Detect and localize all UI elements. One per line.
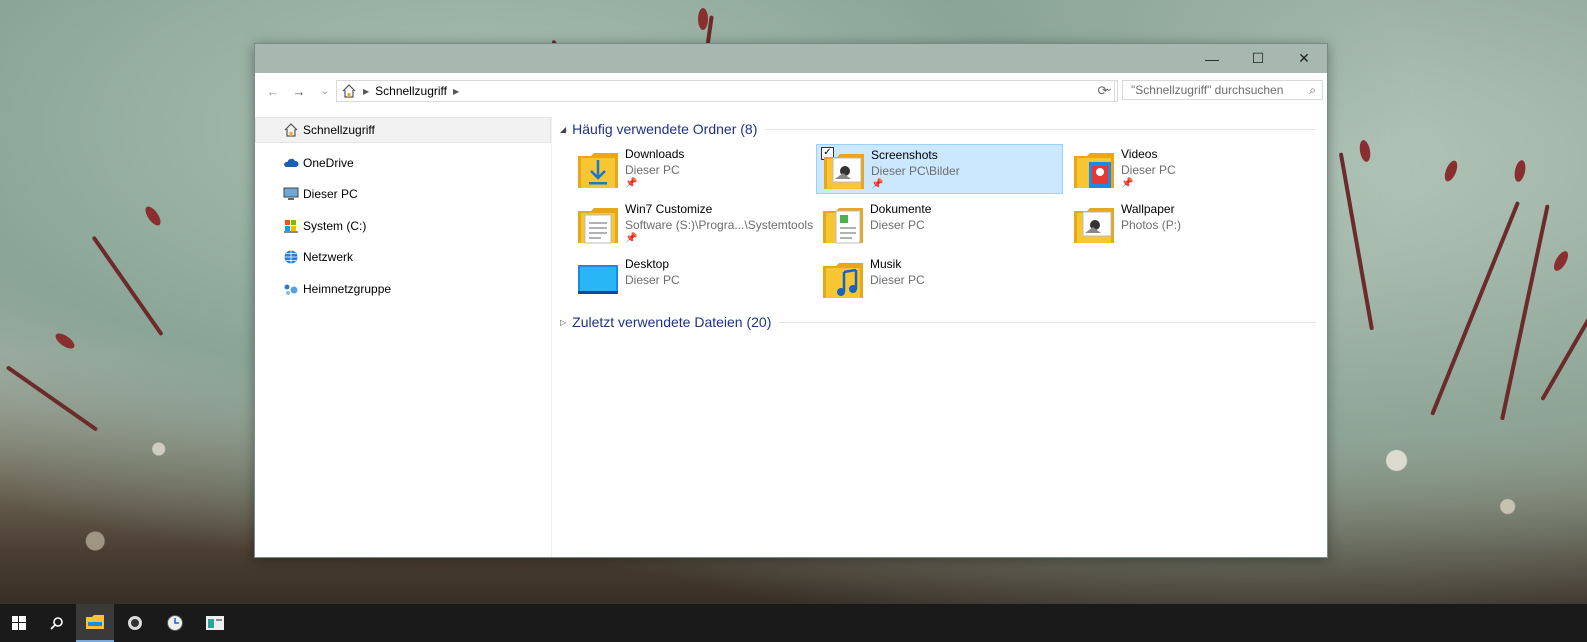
sidebar-item-system-c[interactable]: System (C:): [255, 214, 551, 238]
desktop-folder-icon: [578, 265, 618, 294]
documents-folder-icon: [578, 208, 618, 244]
sidebar-item-label: OneDrive: [303, 155, 354, 170]
close-button[interactable]: ✕: [1281, 44, 1327, 73]
pin-icon: 📌: [871, 179, 884, 190]
sidebar-item-label: Heimnetzgruppe: [303, 281, 392, 296]
folder-tile-win7-customize[interactable]: Win7 Customize Software (S:)\Progra...\S…: [571, 199, 818, 249]
taskbar-clock-app[interactable]: [156, 604, 194, 642]
folder-path: Dieser PC: [625, 273, 680, 287]
sidebar-item-netzwerk[interactable]: Netzwerk: [255, 245, 551, 269]
sidebar-item-label: Netzwerk: [303, 250, 354, 265]
navigation-pane: Schnellzugriff OneDrive Dieser PC System…: [255, 117, 552, 557]
folder-path: Software (S:)\Progra...\Systemtools: [625, 218, 814, 232]
folder-tile-screenshots[interactable]: ✓ Screenshots Dieser PC\Bilder 📌: [816, 144, 1063, 194]
folder-tile-wallpaper[interactable]: Wallpaper Photos (P:): [1067, 199, 1314, 249]
downloads-folder-icon: [578, 153, 618, 188]
group-title: Zuletzt verwendete Dateien (20): [572, 314, 772, 330]
pictures-folder-icon: [824, 154, 864, 189]
title-bar[interactable]: — ☐ ✕: [255, 44, 1327, 73]
folder-path: Dieser PC: [870, 218, 925, 232]
taskbar: [0, 604, 1587, 642]
folder-tile-downloads[interactable]: Downloads Dieser PC 📌: [571, 144, 818, 194]
taskbar-file-explorer[interactable]: [76, 604, 114, 642]
recent-locations-button[interactable]: ⌄: [315, 79, 335, 103]
explorer-window: — ☐ ✕ ← → ⌄ ▶ Schnellzugriff ▶ ⌄ ⟳ "Schn…: [254, 43, 1328, 558]
sidebar-item-dieser-pc[interactable]: Dieser PC: [255, 182, 551, 206]
folder-name: Desktop: [625, 257, 670, 271]
cloud-icon: [284, 158, 299, 167]
homegroup-icon: [284, 284, 298, 295]
home-icon: [342, 84, 356, 98]
folder-name: Musik: [870, 257, 902, 271]
group-header-recent[interactable]: ▷ Zuletzt verwendete Dateien (20): [560, 314, 1316, 330]
sidebar-item-schnellzugriff[interactable]: Schnellzugriff: [255, 117, 551, 143]
folder-name: Wallpaper: [1121, 202, 1175, 216]
folder-tile-musik[interactable]: Musik Dieser PC: [816, 254, 1063, 304]
search-icon: [50, 617, 63, 630]
folder-path: Dieser PC\Bilder: [871, 164, 960, 178]
folder-tile-desktop[interactable]: Desktop Dieser PC: [571, 254, 818, 304]
back-button[interactable]: ←: [263, 79, 283, 103]
minimize-button[interactable]: —: [1189, 44, 1235, 73]
sidebar-item-onedrive[interactable]: OneDrive: [255, 151, 551, 175]
folder-name: Videos: [1121, 147, 1158, 161]
folder-path: Dieser PC: [625, 163, 680, 177]
group-header-frequent[interactable]: ◢ Häufig verwendete Ordner (8): [560, 121, 1316, 137]
start-button[interactable]: [0, 604, 38, 642]
folder-name: Dokumente: [870, 202, 932, 216]
window-icon: [206, 616, 224, 630]
folder-name: Screenshots: [871, 148, 938, 162]
search-input[interactable]: "Schnellzugriff" durchsuchen ⌕: [1122, 80, 1323, 100]
file-explorer-icon: [86, 615, 104, 629]
taskbar-window-app[interactable]: [196, 604, 234, 642]
address-bar[interactable]: ▶ Schnellzugriff ▶ ⌄: [336, 80, 1118, 102]
search-placeholder: "Schnellzugriff" durchsuchen: [1131, 83, 1284, 97]
folder-tile-dokumente[interactable]: Dokumente Dieser PC: [816, 199, 1063, 249]
group-title: Häufig verwendete Ordner (8): [572, 121, 758, 137]
refresh-button[interactable]: ⟳: [1092, 80, 1115, 102]
search-icon: ⌕: [1309, 83, 1316, 97]
network-icon: [284, 250, 298, 264]
pin-icon: 📌: [1121, 178, 1134, 189]
content-pane: ◢ Häufig verwendete Ordner (8) Downloads…: [552, 117, 1327, 557]
expand-triangle-icon[interactable]: ▷: [560, 318, 566, 327]
maximize-button[interactable]: ☐: [1235, 44, 1281, 73]
breadcrumb-current[interactable]: Schnellzugriff: [375, 84, 447, 98]
folder-name: Win7 Customize: [625, 202, 713, 216]
pictures-folder-icon: [1074, 208, 1114, 243]
sidebar-item-label: Dieser PC: [303, 187, 358, 202]
breadcrumb-chevron-icon[interactable]: ▶: [453, 87, 459, 96]
documents-folder-icon: [823, 208, 863, 244]
sidebar-item-heimnetzgruppe[interactable]: Heimnetzgruppe: [255, 277, 551, 301]
folder-path: Photos (P:): [1121, 218, 1182, 232]
home-icon: [284, 123, 298, 137]
folder-tile-videos[interactable]: Videos Dieser PC 📌: [1067, 144, 1314, 194]
clock-icon: [167, 615, 183, 631]
drive-icon: [284, 219, 298, 233]
music-folder-icon: [823, 263, 863, 298]
breadcrumb-chevron-icon: ▶: [363, 86, 370, 96]
taskbar-app-settings[interactable]: [116, 604, 154, 642]
address-toolbar: ← → ⌄ ▶ Schnellzugriff ▶ ⌄ ⟳ "Schnellzug…: [255, 79, 1327, 103]
sidebar-item-label: Schnellzugriff: [303, 123, 375, 137]
collapse-triangle-icon[interactable]: ◢: [560, 125, 566, 134]
computer-icon: [283, 187, 299, 201]
app-icon: [128, 616, 142, 630]
pin-icon: 📌: [625, 178, 638, 189]
videos-folder-icon: [1074, 153, 1114, 188]
search-button[interactable]: [38, 604, 76, 642]
pin-icon: 📌: [625, 233, 638, 244]
folder-name: Downloads: [625, 147, 685, 161]
forward-button[interactable]: →: [289, 79, 309, 103]
folder-path: Dieser PC: [870, 273, 925, 287]
windows-logo-icon: [12, 616, 26, 630]
sidebar-item-label: System (C:): [303, 218, 367, 233]
folder-path: Dieser PC: [1121, 163, 1176, 177]
